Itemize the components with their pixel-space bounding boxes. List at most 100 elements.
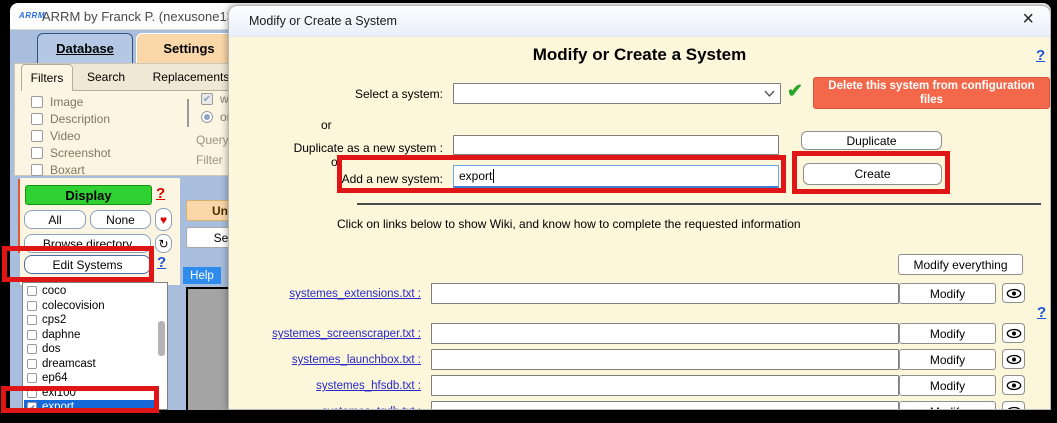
list-item[interactable]: cps2 bbox=[24, 313, 158, 328]
dialog-help-question[interactable]: ? bbox=[1036, 47, 1045, 64]
favorites-heart-button[interactable]: ♥ bbox=[155, 208, 172, 231]
launchbox-input[interactable] bbox=[431, 349, 899, 370]
list-scrollbar[interactable] bbox=[158, 321, 165, 356]
annotation-export-item bbox=[1, 386, 159, 413]
link-systemes-launchbox[interactable]: systemes_launchbox.txt : bbox=[259, 354, 421, 366]
eye-button-extensions[interactable] bbox=[1002, 283, 1025, 303]
system-label: ep64 bbox=[42, 372, 68, 384]
delete-system-button[interactable]: Delete this system from configuration fi… bbox=[813, 77, 1050, 109]
filter-label: Description bbox=[50, 112, 110, 126]
all-button[interactable]: All bbox=[24, 210, 86, 229]
list-item[interactable]: coco bbox=[24, 284, 158, 299]
checkbox[interactable] bbox=[27, 286, 37, 296]
tab-settings[interactable]: Settings bbox=[136, 33, 242, 63]
filter-description[interactable]: Description bbox=[31, 112, 110, 126]
checkbox[interactable] bbox=[31, 147, 43, 159]
filter-screenshot[interactable]: Screenshot bbox=[31, 146, 111, 160]
checkbox[interactable] bbox=[31, 164, 43, 176]
checkbox-checked[interactable]: ✔ bbox=[201, 93, 213, 105]
filter-label: Boxart bbox=[50, 163, 85, 177]
system-label: dos bbox=[42, 343, 61, 355]
duplicate-button[interactable]: Duplicate bbox=[801, 131, 942, 150]
check-icon: ✔ bbox=[787, 80, 803, 103]
checkbox[interactable] bbox=[27, 330, 37, 340]
or-radio-row[interactable]: or bbox=[201, 110, 231, 124]
close-icon[interactable]: × bbox=[1022, 8, 1034, 31]
system-label: cps2 bbox=[42, 314, 66, 326]
tab-database[interactable]: Database bbox=[37, 33, 133, 63]
filter-label: Filter bbox=[196, 153, 223, 167]
eye-icon bbox=[1006, 380, 1022, 391]
checkbox[interactable] bbox=[27, 315, 37, 325]
screenshot-root: ARRM ARRM by Franck P. (nexusone13) & Da… bbox=[0, 0, 1057, 423]
modify-button-screenscraper[interactable]: Modify bbox=[899, 323, 996, 344]
modify-button-extensions[interactable]: Modify bbox=[899, 283, 996, 304]
checkbox[interactable] bbox=[27, 359, 37, 369]
annotation-edit-systems bbox=[2, 246, 154, 282]
duplicate-input[interactable] bbox=[453, 135, 779, 155]
separator bbox=[357, 203, 1041, 205]
filter-label: Video bbox=[50, 129, 80, 143]
system-label: colecovision bbox=[42, 300, 105, 312]
filter-video[interactable]: Video bbox=[31, 129, 80, 143]
radio-button[interactable] bbox=[201, 111, 213, 123]
duplicate-label: Duplicate as a new system : bbox=[283, 141, 443, 155]
link-systemes-screenscraper[interactable]: systemes_screenscraper.txt : bbox=[259, 328, 421, 340]
eye-button-tgdb[interactable] bbox=[1002, 401, 1025, 410]
select-system-combobox[interactable] bbox=[453, 83, 781, 104]
checkbox[interactable] bbox=[27, 344, 37, 354]
help-tag[interactable]: Help bbox=[183, 267, 221, 284]
rows-help-question[interactable]: ? bbox=[1037, 304, 1046, 321]
checkbox[interactable] bbox=[27, 373, 37, 383]
checkbox[interactable] bbox=[31, 96, 43, 108]
eye-button-launchbox[interactable] bbox=[1002, 349, 1025, 369]
refresh-button[interactable]: ↻ bbox=[155, 234, 172, 253]
list-item[interactable]: dreamcast bbox=[24, 357, 158, 372]
display-button[interactable]: Display bbox=[25, 185, 152, 205]
filter-label: Screenshot bbox=[50, 146, 111, 160]
or-text-1: or bbox=[321, 118, 332, 132]
eye-icon bbox=[1006, 328, 1022, 339]
list-item[interactable]: daphne bbox=[24, 328, 158, 343]
screenscraper-input[interactable] bbox=[431, 323, 899, 344]
system-label: coco bbox=[42, 285, 66, 297]
modify-everything-button[interactable]: Modify everything bbox=[898, 254, 1023, 275]
list-item[interactable]: ep64 bbox=[24, 371, 158, 386]
eye-icon bbox=[1006, 354, 1022, 365]
eye-icon bbox=[1006, 288, 1022, 299]
hfsdb-input[interactable] bbox=[431, 375, 899, 396]
query-label: Query bbox=[196, 133, 229, 147]
list-item[interactable]: colecovision bbox=[24, 299, 158, 314]
modify-button-launchbox[interactable]: Modify bbox=[899, 349, 996, 370]
link-systemes-extensions[interactable]: systemes_extensions.txt : bbox=[259, 288, 421, 300]
modify-button-tgdb[interactable]: Modify bbox=[899, 401, 996, 410]
display-help-question[interactable]: ? bbox=[156, 185, 165, 202]
modify-button-hfsdb[interactable]: Modify bbox=[899, 375, 996, 396]
list-item[interactable]: dos bbox=[24, 342, 158, 357]
checkbox[interactable] bbox=[27, 301, 37, 311]
extensions-input[interactable] bbox=[431, 283, 899, 304]
filter-boxart[interactable]: Boxart bbox=[31, 163, 85, 177]
edit-systems-help-question[interactable]: ? bbox=[157, 254, 166, 271]
refresh-icon: ↻ bbox=[158, 237, 168, 251]
subtab-filters[interactable]: Filters bbox=[21, 64, 73, 91]
tgdb-input[interactable] bbox=[431, 401, 899, 410]
link-systemes-tgdb[interactable]: systemes_tgdb.txt : bbox=[259, 406, 421, 410]
chevron-down-icon bbox=[764, 90, 775, 98]
eye-button-screenscraper[interactable] bbox=[1002, 323, 1025, 343]
with-checkbox-row[interactable]: ✔ wi bbox=[201, 92, 231, 106]
checkbox[interactable] bbox=[31, 113, 43, 125]
filter-image[interactable]: Image bbox=[31, 95, 83, 109]
arrm-window-title: ARRM by Franck P. (nexusone13) & bbox=[42, 9, 251, 24]
dialog-title: Modify or Create a System bbox=[249, 14, 397, 28]
none-button[interactable]: None bbox=[90, 210, 151, 229]
eye-button-hfsdb[interactable] bbox=[1002, 375, 1025, 395]
checkbox[interactable] bbox=[31, 130, 43, 142]
divider bbox=[187, 99, 189, 127]
system-label: daphne bbox=[42, 329, 80, 341]
system-label: dreamcast bbox=[42, 358, 96, 370]
dialog-heading: Modify or Create a System bbox=[229, 45, 1050, 65]
subtab-search[interactable]: Search bbox=[73, 64, 139, 91]
wiki-hint-text: Click on links below to show Wiki, and k… bbox=[337, 217, 801, 231]
link-systemes-hfsdb[interactable]: systemes_hfsdb.txt : bbox=[259, 380, 421, 392]
